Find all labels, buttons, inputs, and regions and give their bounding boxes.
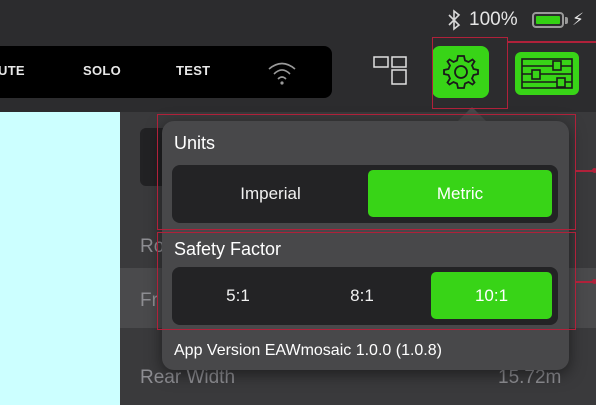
wifi-icon[interactable] bbox=[266, 58, 298, 86]
bolt-icon: ⚡︎ bbox=[572, 10, 584, 29]
battery-icon bbox=[532, 12, 564, 28]
mode-solo-button[interactable]: SOLO bbox=[83, 63, 121, 78]
app-version: App Version EAWmosaic 1.0.0 (1.0.8) bbox=[174, 342, 442, 359]
mixer-sliders-icon bbox=[521, 58, 573, 89]
app-screen: 100% ⚡︎ UTE SOLO TEST Ro Fr Rear Width 1… bbox=[0, 0, 596, 405]
bluetooth-icon bbox=[448, 9, 461, 31]
status-bar: 100% ⚡︎ bbox=[0, 0, 596, 40]
background-row-label: Rear Width bbox=[140, 367, 236, 388]
safety-callout-box bbox=[157, 232, 576, 330]
mixer-button[interactable] bbox=[515, 52, 579, 95]
grid-layout-icon[interactable] bbox=[373, 56, 409, 86]
battery-percent: 100% bbox=[469, 9, 518, 30]
mode-bar: UTE SOLO TEST bbox=[0, 46, 332, 98]
background-row-label: Fr bbox=[140, 290, 158, 311]
mode-ute-button[interactable]: UTE bbox=[0, 63, 25, 78]
page-margin bbox=[596, 0, 604, 405]
units-callout-box bbox=[157, 114, 576, 230]
battery-level-fill bbox=[536, 16, 560, 24]
mode-test-button[interactable]: TEST bbox=[176, 63, 210, 78]
settings-callout-box bbox=[432, 37, 508, 109]
battery-nub bbox=[565, 17, 568, 24]
cyan-panel bbox=[0, 112, 120, 405]
background-row-value: 15.72m bbox=[498, 367, 562, 388]
settings-callout-line bbox=[508, 41, 596, 43]
